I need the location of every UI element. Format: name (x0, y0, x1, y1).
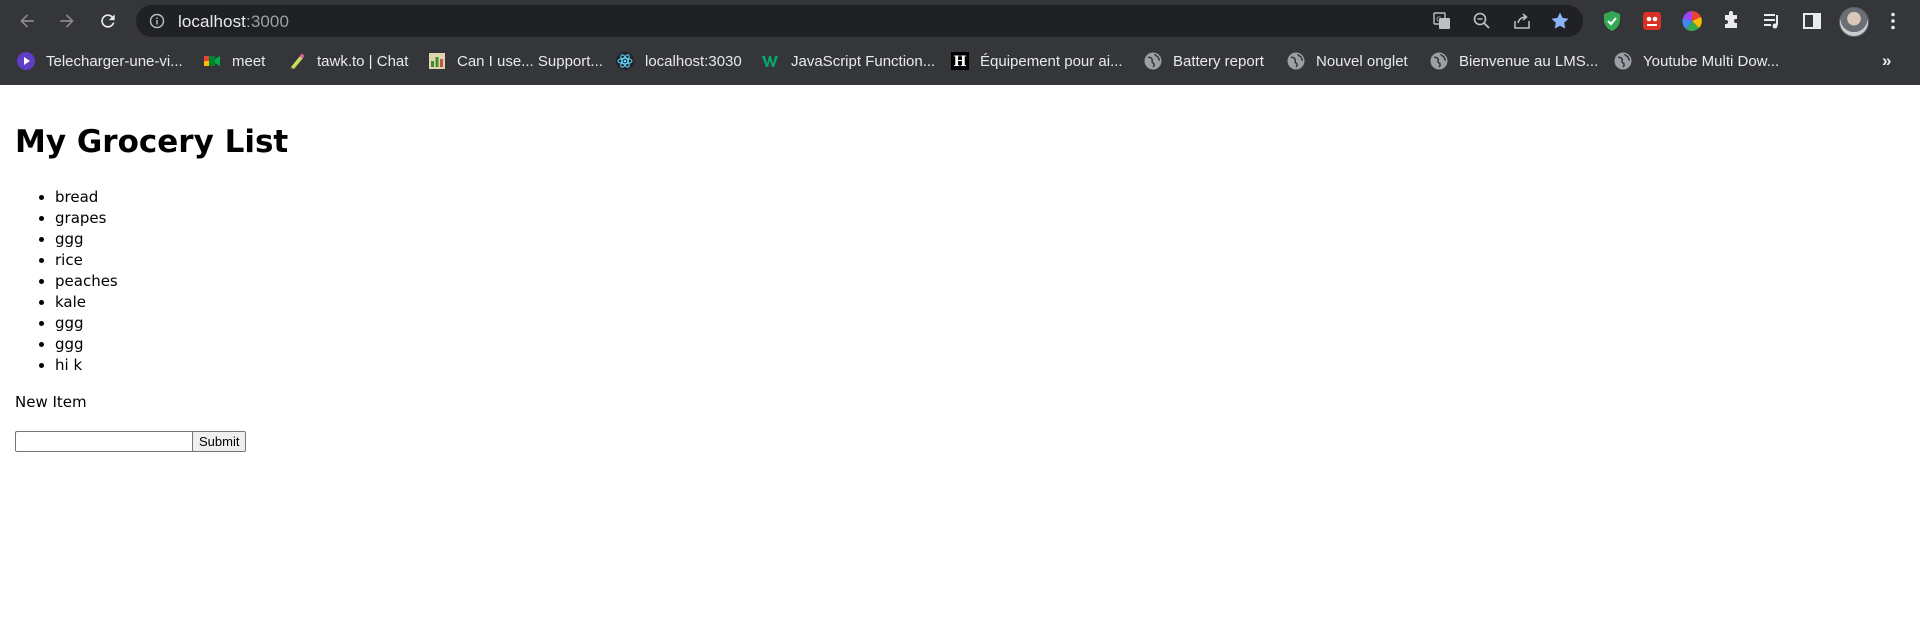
bookmark-label: Nouvel onglet (1316, 52, 1408, 70)
list-item: ggg (55, 229, 118, 250)
globe-icon (1429, 51, 1449, 71)
profile-avatar[interactable] (1839, 7, 1869, 37)
puzzle-icon (1725, 11, 1737, 28)
share-icon (1514, 13, 1530, 29)
extension-shield[interactable] (1601, 10, 1623, 32)
url-host: localhost (178, 12, 246, 31)
bookmark-item[interactable]: Can I use... Support... (427, 49, 603, 73)
bookmark-label: Bienvenue au LMS... (1459, 52, 1599, 70)
list-item: kale (55, 292, 118, 313)
arrow-right-icon (60, 14, 74, 28)
bookmark-item[interactable]: meet (202, 49, 265, 73)
new-item-input[interactable] (15, 431, 196, 452)
list-item: peaches (55, 271, 118, 292)
submit-button[interactable]: Submit (192, 431, 247, 452)
bookmark-star-button[interactable] (1550, 11, 1570, 31)
h-logo-icon: H (950, 51, 970, 71)
list-item: ggg (55, 334, 118, 355)
bookmark-label: Telecharger-une-vi... (46, 52, 183, 70)
bookmark-item[interactable]: Bienvenue au LMS... (1429, 49, 1598, 73)
info-icon[interactable] (149, 13, 165, 29)
new-item-label: New Item (15, 393, 87, 411)
kebab-menu-icon (1891, 12, 1895, 30)
page-title: My Grocery List (15, 124, 289, 160)
browser-chrome: localhost:3000 G Telecharger-une-vi... m… (0, 0, 1920, 85)
browser-toolbar: localhost:3000 G (0, 0, 1920, 43)
svg-text:H: H (953, 54, 966, 70)
address-bar[interactable]: localhost:3000 G (136, 5, 1583, 37)
list-item: ggg (55, 313, 118, 334)
extension-color[interactable] (1681, 10, 1703, 32)
bookmark-label: JavaScript Function... (791, 52, 936, 70)
url-text[interactable]: localhost:3000 (178, 12, 289, 32)
list-item: rice (55, 250, 118, 271)
translate-icon: G (1433, 12, 1450, 29)
globe-icon (1143, 51, 1163, 71)
red-app-icon (1643, 12, 1661, 30)
bookmark-label: tawk.to | Chat (317, 52, 409, 70)
globe-icon (1613, 51, 1633, 71)
list-item: bread (55, 187, 118, 208)
globe-icon (1286, 51, 1306, 71)
music-queue-icon (1764, 14, 1778, 29)
video-download-icon (16, 51, 36, 71)
translate-button[interactable]: G (1432, 11, 1452, 31)
w3-icon (761, 51, 781, 71)
caniuse-icon (427, 51, 447, 71)
bookmark-item[interactable]: Telecharger-une-vi... (16, 49, 183, 73)
google-meet-icon (202, 51, 222, 71)
bookmark-item[interactable]: Nouvel onglet (1286, 49, 1408, 73)
more-bookmarks-button[interactable]: » (1882, 51, 1891, 71)
bookmark-label: meet (232, 52, 266, 70)
reload-button[interactable] (94, 7, 122, 35)
bookmark-label: Can I use... Support... (457, 52, 603, 70)
tawkto-icon (287, 51, 307, 71)
side-panel-icon (1803, 13, 1821, 29)
side-panel-button[interactable] (1801, 10, 1823, 32)
arrow-left-icon (20, 14, 34, 28)
grocery-list: bread grapes ggg rice peaches kale ggg g… (15, 187, 118, 376)
shield-icon (1604, 11, 1620, 31)
star-icon (1551, 12, 1569, 29)
extensions-button[interactable] (1721, 10, 1743, 32)
bookmark-item[interactable]: tawk.to | Chat (287, 49, 408, 73)
bookmark-label: Youtube Multi Dow... (1643, 52, 1780, 70)
url-port: :3000 (246, 12, 290, 31)
forward-button[interactable] (53, 7, 81, 35)
bookmark-label: Équipement pour ai... (980, 52, 1123, 70)
extension-red[interactable] (1641, 10, 1663, 32)
menu-button[interactable] (1882, 10, 1904, 32)
bookmark-item[interactable]: localhost:3030 (615, 49, 742, 73)
bookmark-item[interactable]: Youtube Multi Dow... (1613, 49, 1779, 73)
bookmark-item[interactable]: H Équipement pour ai... (950, 49, 1123, 73)
zoom-out-icon (1473, 12, 1490, 29)
bookmark-label: localhost:3030 (645, 52, 742, 70)
bookmark-label: Battery report (1173, 52, 1264, 70)
share-button[interactable] (1512, 11, 1532, 31)
page-content: My Grocery List bread grapes ggg rice pe… (0, 85, 1920, 632)
reload-icon (101, 14, 115, 28)
bookmark-item[interactable]: JavaScript Function... (761, 49, 935, 73)
list-item: hi k (55, 355, 118, 376)
bookmark-item[interactable]: Battery report (1143, 49, 1264, 73)
color-wheel-icon (1682, 11, 1702, 31)
svg-text:G: G (1436, 16, 1441, 24)
media-button[interactable] (1761, 10, 1783, 32)
zoom-button[interactable] (1472, 11, 1492, 31)
bookmarks-bar: Telecharger-une-vi... meet tawk.to | Cha… (0, 43, 1920, 79)
back-button[interactable] (13, 7, 41, 35)
react-icon (615, 51, 635, 71)
list-item: grapes (55, 208, 118, 229)
